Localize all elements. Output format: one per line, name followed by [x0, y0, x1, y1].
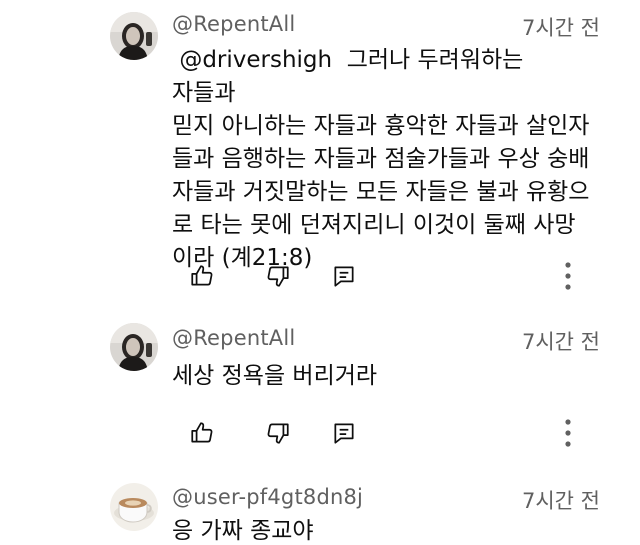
avatar[interactable]	[110, 12, 158, 60]
comment-author[interactable]: @RepentAll	[172, 12, 295, 36]
avatar[interactable]	[110, 323, 158, 371]
dislike-button[interactable]	[262, 417, 294, 449]
comment-line: 믿지 아니하는 자들과 흉악한 자들과 살인자	[172, 113, 590, 139]
more-vertical-icon	[565, 419, 571, 447]
reply-icon	[334, 266, 354, 287]
coffee-cup-avatar-icon	[110, 483, 158, 531]
more-vertical-icon	[565, 262, 571, 290]
comment-text: 세상 정욕을 버리거라	[172, 360, 592, 393]
comment-time: 7시간 전	[522, 16, 600, 40]
thumbs-down-icon	[267, 423, 289, 444]
thumbs-down-icon	[267, 266, 289, 287]
reply-button[interactable]	[328, 417, 360, 449]
thumbs-up-icon	[191, 422, 213, 443]
comment-actions	[186, 260, 586, 292]
more-options-button[interactable]	[556, 415, 580, 451]
comment-actions	[186, 417, 586, 449]
comment-author[interactable]: @RepentAll	[172, 326, 295, 350]
avatar[interactable]	[110, 483, 158, 531]
comment-time: 7시간 전	[522, 330, 600, 354]
comment-time: 7시간 전	[522, 489, 600, 513]
like-button[interactable]	[186, 417, 218, 449]
comment-line: 들과 음행하는 자들과 점술가들과 우상 숭배	[172, 146, 590, 172]
comment-text: 응 가짜 종교야	[172, 515, 592, 545]
more-options-button[interactable]	[556, 258, 580, 294]
comment-line: 로 타는 못에 던져지리니 이것이 둘째 사망	[172, 212, 576, 238]
comment-text: @drivershigh 그러나 두려워하는 자들과 믿지 아니하는 자들과 흉…	[172, 44, 592, 275]
reply-icon	[334, 423, 354, 444]
comment-line: 응 가짜 종교야	[172, 518, 314, 544]
like-button[interactable]	[186, 260, 218, 292]
person-avatar-icon	[110, 12, 158, 60]
mention-link[interactable]: @drivershigh	[179, 47, 332, 73]
comment-author[interactable]: @user-pf4gt8dn8j	[172, 485, 363, 509]
reply-button[interactable]	[328, 260, 360, 292]
comment-line: 세상 정욕을 버리거라	[172, 363, 378, 389]
person-avatar-icon	[110, 323, 158, 371]
thumbs-up-icon	[191, 265, 213, 286]
dislike-button[interactable]	[262, 260, 294, 292]
comment-line: 자들과 거짓말하는 모든 자들은 불과 유황으	[172, 179, 590, 205]
comment-line: @drivershigh 그러나 두려워하는 자들과	[172, 44, 592, 110]
